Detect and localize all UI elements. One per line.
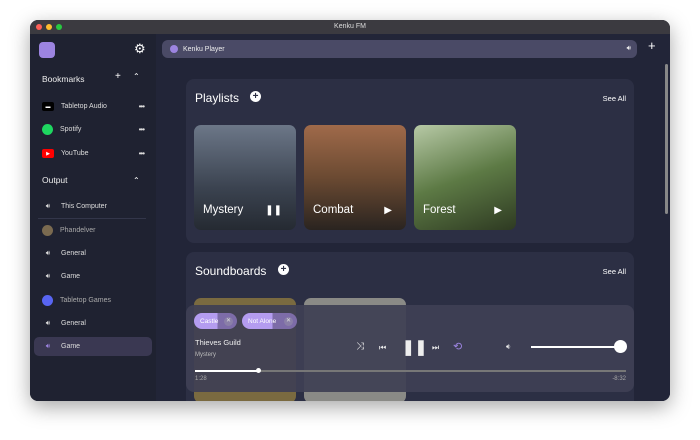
speaker-icon[interactable]: 🔊︎	[627, 45, 631, 53]
playlist-card-mystery[interactable]: Mystery ❚❚	[194, 125, 296, 230]
next-track-icon[interactable]: ⏭︎	[432, 343, 439, 353]
playlists-see-all-link[interactable]: See All	[603, 94, 626, 103]
playlist-card-combat[interactable]: Combat ▶	[304, 125, 406, 230]
playlist-card-forest[interactable]: Forest ▶	[414, 125, 516, 230]
window-title: Kenku FM	[334, 23, 366, 30]
sound-chip-not-alone[interactable]: Not Alone ✕	[242, 313, 297, 329]
more-options-icon[interactable]: •••	[139, 102, 145, 111]
kenku-icon	[170, 45, 178, 53]
title-bar: Kenku FM	[30, 20, 670, 34]
main-content: Kenku Player 🔊︎ + Playlists + See All Mys…	[156, 34, 670, 401]
previous-track-icon[interactable]: ⏮︎	[379, 343, 386, 353]
bookmark-tabletop-audio[interactable]: ▬ Tabletop Audio •••	[34, 97, 152, 116]
track-progress-slider[interactable]	[195, 368, 626, 373]
soundboards-heading: Soundboards	[195, 264, 267, 278]
scrollbar[interactable]	[665, 64, 668, 214]
collapse-output-chevron-icon[interactable]: ⌃	[133, 176, 140, 185]
output-phandelver-server[interactable]: Phandelver	[34, 221, 152, 240]
speaker-icon: 🔊︎	[45, 202, 51, 210]
output-heading: Output	[42, 175, 68, 185]
bookmark-spotify[interactable]: Spotify •••	[34, 120, 152, 139]
tab-kenku-player[interactable]: Kenku Player 🔊︎	[162, 40, 637, 58]
divider	[38, 218, 146, 219]
spotify-icon	[42, 124, 53, 135]
bookmarks-heading: Bookmarks	[42, 74, 85, 84]
close-button[interactable]	[36, 24, 42, 30]
output-general[interactable]: 🔊︎ General	[34, 314, 152, 333]
settings-gear-icon[interactable]: ⚙	[134, 41, 146, 57]
speaker-icon: 🔊︎	[45, 249, 51, 257]
volume-icon[interactable]: 🔉︎	[506, 342, 511, 352]
pause-icon[interactable]: ❚❚	[265, 205, 282, 216]
playlist-name: Mystery	[195, 352, 216, 358]
more-options-icon[interactable]: •••	[139, 149, 145, 158]
output-tabletop-games-server[interactable]: Tabletop Games	[34, 291, 152, 310]
output-game-selected[interactable]: 🔊︎ Game	[34, 337, 152, 356]
playlists-heading: Playlists	[195, 91, 240, 105]
output-general[interactable]: 🔊︎ General	[34, 244, 152, 263]
pause-button[interactable]: ❚❚	[402, 338, 427, 356]
youtube-icon: ▶	[42, 149, 54, 158]
sound-chip-castle[interactable]: Castle ✕	[194, 313, 237, 329]
add-soundboard-button[interactable]: +	[278, 264, 289, 275]
volume-knob[interactable]	[614, 340, 627, 353]
speaker-icon: 🔊︎	[45, 272, 51, 280]
new-tab-button[interactable]: +	[648, 38, 656, 53]
shuffle-icon[interactable]: ⤨	[356, 341, 364, 352]
player-bar: Castle ✕ Not Alone ✕ Thieves Guild Mystery…	[186, 305, 634, 392]
discord-icon	[42, 295, 53, 306]
speaker-icon: 🔊︎	[45, 319, 51, 327]
play-icon[interactable]: ▶	[384, 205, 392, 216]
server-avatar	[42, 225, 53, 236]
volume-slider[interactable]	[531, 340, 627, 353]
remove-sound-icon[interactable]: ✕	[284, 316, 293, 326]
soundboards-see-all-link[interactable]: See All	[603, 267, 626, 276]
progress-knob[interactable]	[256, 368, 262, 373]
app-window: Kenku FM ⚙ Bookmarks + ⌃ ▬ Tabletop Audio…	[30, 20, 670, 401]
remaining-time: -8:32	[612, 376, 626, 382]
more-options-icon[interactable]: •••	[139, 125, 145, 134]
output-this-computer[interactable]: 🔊︎ This Computer	[34, 197, 152, 216]
tabletop-audio-icon: ▬	[42, 102, 54, 111]
app-logo-icon	[39, 42, 55, 58]
zoom-button[interactable]	[56, 24, 62, 30]
play-icon[interactable]: ▶	[494, 205, 502, 216]
collapse-bookmarks-chevron-icon[interactable]: ⌃	[133, 72, 140, 81]
minimize-button[interactable]	[46, 24, 52, 30]
output-game[interactable]: 🔊︎ Game	[34, 267, 152, 286]
add-bookmark-button[interactable]: +	[115, 71, 121, 82]
elapsed-time: 1:28	[195, 376, 207, 382]
add-playlist-button[interactable]: +	[250, 91, 261, 102]
track-title: Thieves Guild	[195, 338, 241, 347]
speaker-icon: 🔊︎	[45, 342, 51, 350]
remove-sound-icon[interactable]: ✕	[224, 316, 233, 326]
bookmark-youtube[interactable]: ▶ YouTube •••	[34, 144, 152, 163]
playlists-section: Playlists + See All Mystery ❚❚ Combat ▶ Fo…	[186, 79, 634, 243]
sidebar: ⚙ Bookmarks + ⌃ ▬ Tabletop Audio ••• Spoti…	[30, 34, 156, 401]
repeat-icon[interactable]: ⟲	[453, 340, 462, 353]
